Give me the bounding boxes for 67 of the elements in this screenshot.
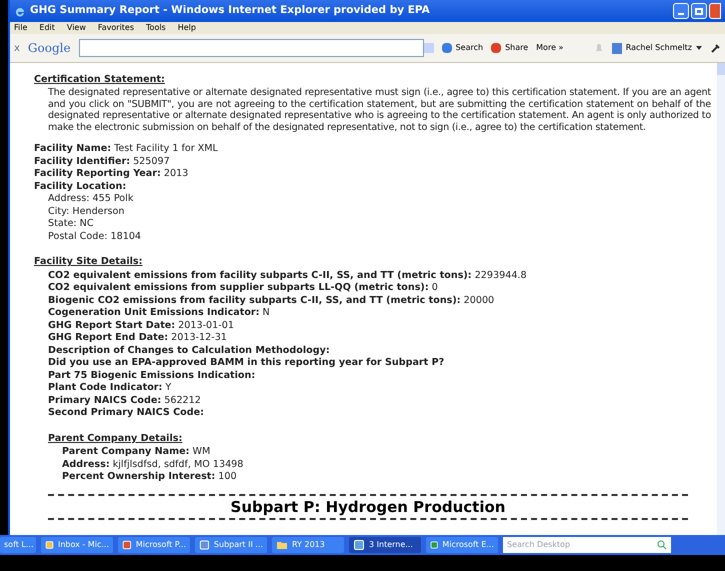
section-heading: Facility Site Details: — [34, 255, 144, 270]
share-button[interactable]: Share — [491, 42, 528, 54]
menu-item[interactable]: Help — [178, 22, 196, 34]
field-line: Part 75 Biogenic Emissions Indication: — [48, 370, 256, 382]
window-title: GHG Summary Report - Windows Internet Explorer provided by EPA — [30, 3, 430, 18]
taskbar-button[interactable]: RY 2013 — [272, 537, 344, 553]
certification-text: The designated representative or alternate designated representative must sign (i.e., agree to) this certification statement. If you are an agent and you click on "SUBMIT", you are not agreeing to the certification statement, but are submitting the certification statement on behalf of the designated representative or alternate designated representative who is agreeing to the certification statement. An agent is only authorized to make the electronic submission on behalf of the designated representative, not to sign (i.e., agree to) the certification statement. — [47, 87, 711, 134]
field-line: Description of Changes to Calculation Methodology: — [48, 344, 331, 358]
more-button[interactable]: More » — [536, 42, 564, 54]
desktop-search-field[interactable]: Search Desktop — [503, 537, 671, 553]
field-line: Address: kjlfjlsdfsd, sdfdf, MO 13498 — [62, 458, 244, 472]
caret-icon — [696, 46, 702, 50]
folder-icon — [276, 539, 288, 551]
minimize-button[interactable] — [673, 3, 689, 19]
field-line: Facility Name: Test Facility 1 for XML — [34, 143, 219, 156]
search-button[interactable]: Search — [442, 42, 484, 54]
field-line: Percent Ownership Interest: 100 — [62, 471, 238, 484]
bell-icon — [594, 43, 604, 53]
field-line: Biogenic CO2 emissions from facility subparts C-II, SS, and TT (metric tons): 20000 — [48, 294, 496, 308]
field-line: GHG Report End Date: 2013-12-31 — [48, 332, 228, 345]
google-logo: Google — [28, 40, 71, 57]
taskbar-button[interactable]: Microsoft P... — [118, 537, 190, 553]
section-heading: Certification Statement: — [34, 73, 166, 87]
taskbar-button[interactable]: Subpart II ... — [195, 537, 267, 553]
field-line: CO2 equivalent emissions from facility subparts C-II, SS, and TT (metric tons): 2293944.8 — [48, 270, 528, 282]
document-icon — [199, 539, 210, 551]
browser-icon — [14, 5, 26, 17]
menu-item[interactable]: Edit — [39, 22, 55, 34]
field-line: Plant Code Indicator: Y — [48, 382, 172, 395]
location-line: City: Henderson — [48, 206, 126, 218]
share-icon — [491, 43, 502, 53]
document-icon — [122, 539, 132, 551]
close-toolbar-button[interactable]: x — [14, 40, 20, 56]
field-line: Facility Reporting Year: 2013 — [34, 168, 190, 181]
field-line: Second Primary NAICS Code: — [48, 407, 205, 420]
wrench-icon[interactable] — [710, 42, 721, 54]
location-line: Address: 455 Polk — [48, 193, 134, 206]
menu-item[interactable]: File — [14, 22, 28, 34]
search-icon[interactable] — [657, 540, 667, 550]
user-icon — [612, 42, 622, 54]
field-line: GHG Report Start Date: 2013-01-01 — [48, 320, 235, 332]
field-line: Parent Company Name: WM — [62, 446, 212, 459]
taskbar-button[interactable]: soft L... — [0, 537, 36, 553]
taskbar-button[interactable]: Inbox - Mic... — [41, 537, 113, 553]
field-line: Primary NAICS Code: 562212 — [48, 394, 202, 408]
menu-item[interactable]: Favorites — [98, 22, 134, 34]
menu-item[interactable]: Tools — [146, 22, 166, 34]
taskbar-button[interactable]: Microsoft E... — [426, 537, 498, 553]
section-heading: Parent Company Details: — [48, 432, 184, 446]
location-line: Postal Code: 18104 — [48, 230, 142, 244]
field-line: Facility Location: — [34, 180, 128, 194]
search-field[interactable] — [78, 39, 424, 57]
maximize-button[interactable] — [691, 3, 707, 19]
document-icon — [430, 539, 438, 551]
field-line: CO2 equivalent emissions from supplier subparts LL-QQ (metric tons): 0 — [48, 282, 439, 295]
section-title: Subpart P: Hydrogen Production — [230, 496, 506, 518]
taskbar-button[interactable]: 3 Interne... — [349, 537, 421, 553]
field-line: Facility Identifier: 525097 — [34, 156, 171, 168]
location-line: State: NC — [48, 218, 95, 231]
field-line: Did you use an EPA-approved BAMM in this reporting year for Subpart P? — [48, 357, 446, 370]
desktop-search-input[interactable]: Search Desktop — [507, 539, 647, 551]
envelope-icon — [45, 539, 54, 551]
user-button[interactable]: Rachel Schmeltz — [612, 42, 702, 54]
document-icon — [353, 539, 365, 551]
field-line: Cogeneration Unit Emissions Indicator: N — [48, 307, 271, 320]
menu-item[interactable]: View — [66, 22, 86, 34]
close-button[interactable] — [709, 3, 721, 19]
